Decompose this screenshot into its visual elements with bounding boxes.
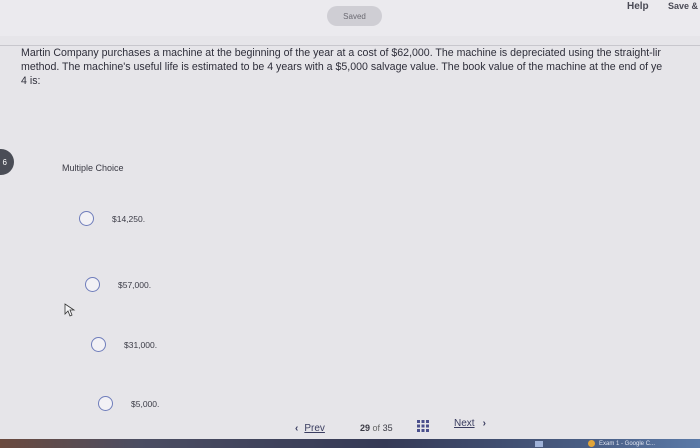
chrome-icon — [588, 440, 595, 447]
navigation-bar — [0, 412, 700, 442]
save-exit-link[interactable]: Save & — [668, 1, 698, 11]
page-indicator: 29 of 35 — [360, 423, 393, 433]
question-number-badge: 6 — [0, 149, 14, 175]
chevron-left-icon: ‹ — [295, 423, 299, 434]
option-b[interactable]: $57,000. — [85, 277, 151, 292]
option-label: $5,000. — [131, 398, 160, 409]
radio-button[interactable] — [85, 277, 100, 292]
question-line-1: Martin Company purchases a machine at th… — [21, 47, 661, 59]
radio-button[interactable] — [79, 211, 94, 226]
radio-button[interactable] — [98, 396, 113, 411]
option-d[interactable]: $5,000. — [98, 396, 159, 411]
question-type-label: Multiple Choice — [62, 163, 124, 173]
radio-button[interactable] — [91, 337, 106, 352]
taskbar-app-icon[interactable] — [535, 439, 543, 448]
mouse-pointer-icon — [64, 303, 76, 317]
saved-status-badge: Saved — [327, 6, 382, 26]
help-link[interactable]: Help — [627, 1, 649, 12]
prev-label: Prev — [304, 423, 325, 434]
prev-button[interactable]: ‹ Prev — [295, 423, 325, 434]
question-text: Martin Company purchases a machine at th… — [21, 46, 700, 88]
option-label: $57,000. — [118, 279, 152, 290]
question-line-2: method. The machine's useful life is est… — [21, 61, 663, 73]
option-c[interactable]: $31,000. — [91, 337, 157, 352]
taskbar-item-label: Exam 1 - Google C... — [599, 440, 656, 447]
next-button[interactable]: Next › — [454, 418, 486, 429]
top-bar: Saved Help Save & — [0, 0, 700, 36]
page-of-label: of — [372, 423, 381, 433]
option-a[interactable]: $14,250. — [79, 211, 145, 226]
current-page: 29 — [360, 423, 371, 433]
total-pages: 35 — [382, 423, 393, 433]
taskbar-chrome-item[interactable]: Exam 1 - Google C... — [588, 439, 655, 448]
option-label: $14,250. — [112, 213, 146, 224]
chevron-right-icon: › — [482, 418, 486, 429]
option-label: $31,000. — [124, 339, 158, 350]
grid-icon[interactable] — [417, 420, 429, 432]
question-line-3: 4 is: — [21, 75, 41, 87]
next-label: Next — [454, 418, 475, 429]
